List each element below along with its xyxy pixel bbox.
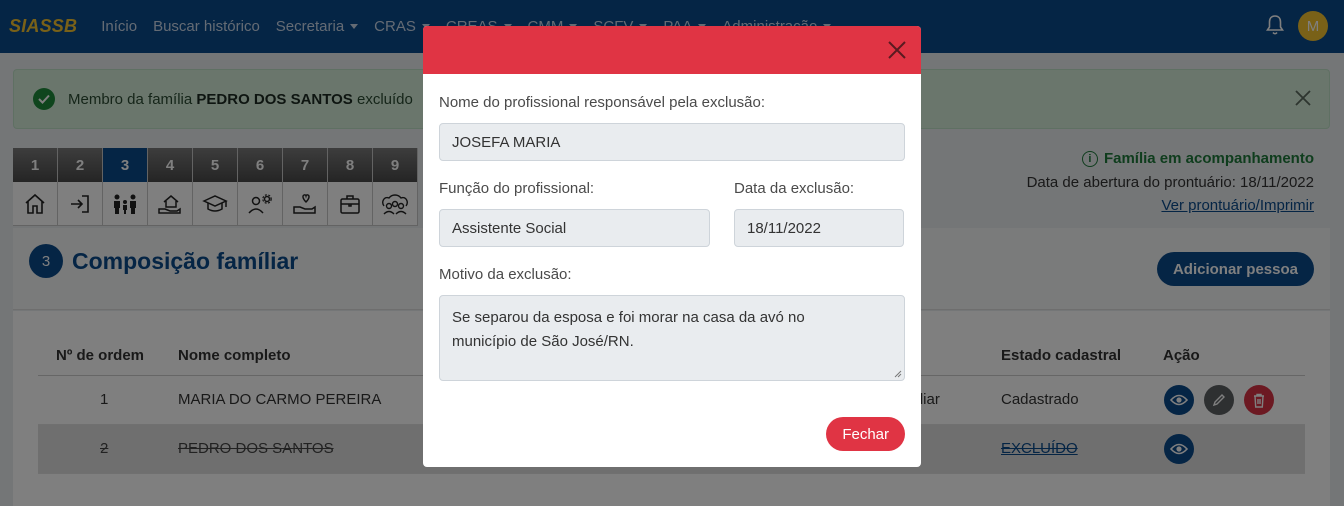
reason-line: município de São José/RN. [452,333,634,350]
modal-header [423,26,921,74]
date-field[interactable]: 18/11/2022 [734,209,904,247]
reason-label: Motivo da exclusão: [439,266,572,283]
exclusion-details-modal: Nome do profissional responsável pela ex… [423,26,921,467]
reason-textarea[interactable]: Se separou da esposa e foi morar na casa… [439,295,905,381]
resize-grip-icon[interactable] [894,370,902,378]
professional-field[interactable]: JOSEFA MARIA [439,123,905,161]
date-label: Data da exclusão: [734,180,855,197]
role-field[interactable]: Assistente Social [439,209,710,247]
professional-label: Nome do profissional responsável pela ex… [439,94,766,111]
close-button[interactable]: Fechar [826,417,905,451]
reason-line: Se separou da esposa e foi morar na casa… [452,309,805,326]
close-icon[interactable] [887,40,907,60]
role-label: Função do profissional: [439,180,595,197]
